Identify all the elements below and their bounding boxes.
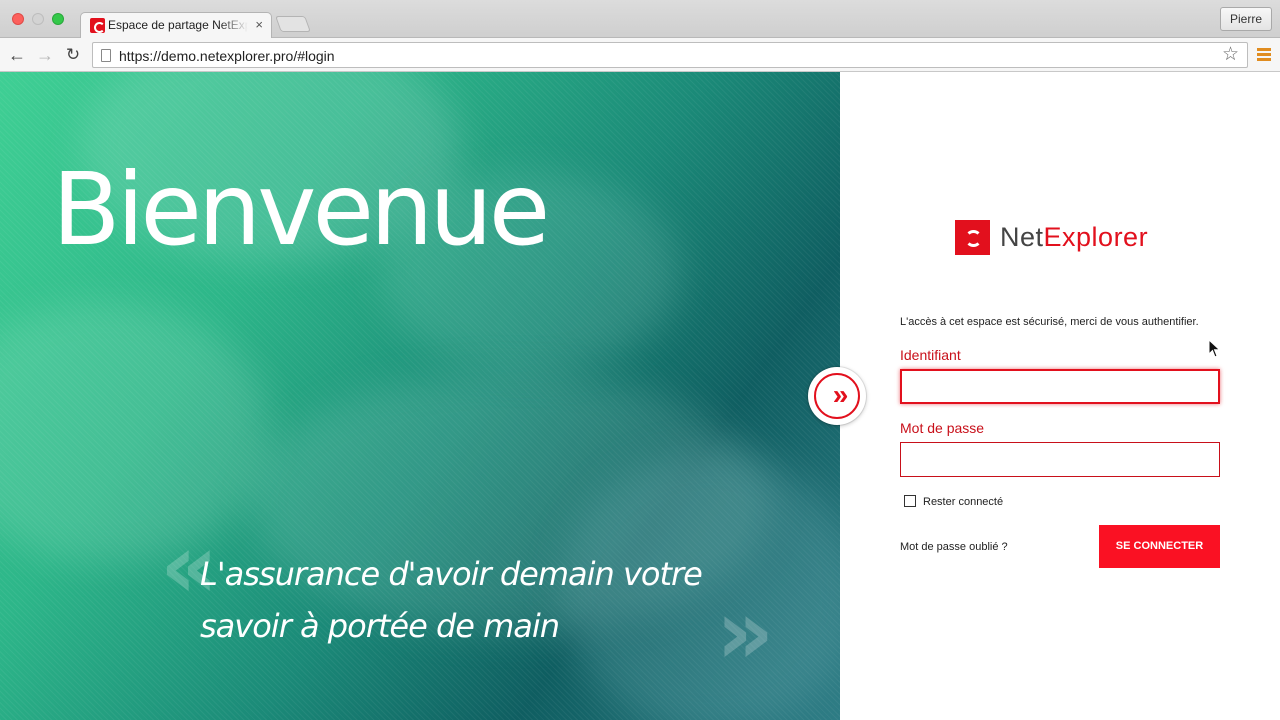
profile-button[interactable]: Pierre	[1219, 7, 1272, 31]
remember-me-checkbox[interactable]	[904, 495, 916, 507]
login-intro-text: L'accès à cet espace est sécurisé, merci…	[900, 316, 1199, 328]
tab-title: Espace de partage NetExplorer	[108, 18, 248, 32]
username-input[interactable]	[900, 369, 1220, 404]
reload-icon[interactable]: ↻	[61, 43, 85, 67]
forgot-password-link[interactable]: Mot de passe oublié ?	[900, 541, 1008, 553]
page-icon	[101, 49, 111, 62]
netexplorer-logo-icon	[955, 220, 990, 255]
username-label: Identifiant	[900, 347, 961, 363]
welcome-hero: Bienvenue « L'assurance d'avoir demain v…	[0, 72, 840, 720]
logo-text-net: Net	[1000, 222, 1044, 252]
login-panel: NetExplorer L'accès à cet espace est séc…	[840, 72, 1280, 720]
window-minimize-button[interactable]	[32, 13, 44, 25]
new-tab-button[interactable]	[275, 16, 311, 32]
toggle-panel-button[interactable]: »	[808, 367, 866, 425]
logo-text-explorer: Explorer	[1043, 222, 1149, 252]
window-close-button[interactable]	[12, 13, 24, 25]
forward-arrow-icon[interactable]: →	[33, 43, 57, 67]
browser-tab[interactable]: Espace de partage NetExplorer ×	[80, 12, 272, 39]
open-quote-icon: «	[160, 514, 218, 619]
login-submit-button[interactable]: SE CONNECTER	[1099, 525, 1220, 568]
window-maximize-button[interactable]	[52, 13, 64, 25]
browser-menu-icon[interactable]	[1257, 48, 1271, 62]
browser-toolbar: ← → ↻ https://demo.netexplorer.pro/#logi…	[0, 38, 1280, 72]
welcome-title: Bienvenue	[52, 151, 550, 268]
url-text[interactable]: https://demo.netexplorer.pro/#login	[119, 48, 335, 64]
double-chevron-right-icon: »	[814, 373, 860, 419]
mouse-cursor-icon	[1208, 339, 1221, 358]
hero-tagline: L'assurance d'avoir demain votre savoir …	[200, 555, 703, 645]
remember-me-label[interactable]: Rester connecté	[923, 496, 1003, 508]
cloud-decoration	[0, 302, 270, 562]
netexplorer-favicon-icon	[90, 18, 105, 33]
browser-titlebar: Espace de partage NetExplorer × Pierre	[0, 0, 1280, 39]
tab-close-icon[interactable]: ×	[255, 17, 263, 33]
password-input[interactable]	[900, 442, 1220, 477]
bookmark-star-icon[interactable]: ☆	[1222, 44, 1239, 66]
logo-wordmark: NetExplorer	[1000, 220, 1148, 255]
password-label: Mot de passe	[900, 420, 985, 436]
address-bar[interactable]: https://demo.netexplorer.pro/#login ☆	[92, 42, 1248, 68]
close-quote-icon: »	[716, 580, 774, 685]
back-arrow-icon[interactable]: ←	[5, 43, 29, 67]
